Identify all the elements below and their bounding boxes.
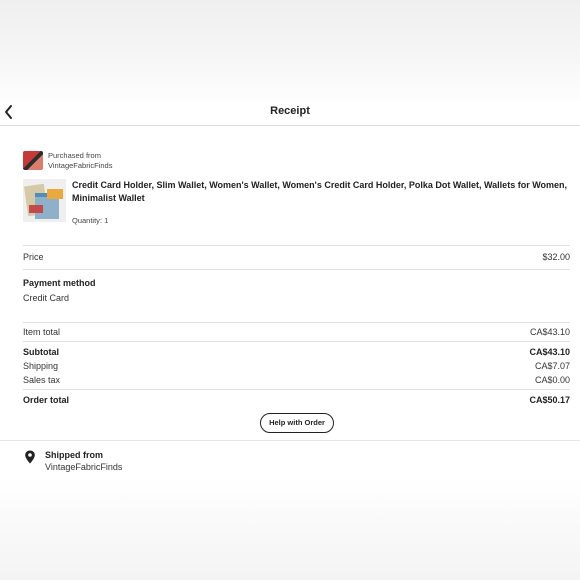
purchased-from-label: Purchased from <box>48 151 101 160</box>
divider <box>23 322 570 323</box>
subtotal-row: Subtotal CA$43.10 <box>23 347 570 357</box>
order-total-value: CA$50.17 <box>529 395 570 405</box>
divider <box>23 269 570 270</box>
help-with-order-button[interactable]: Help with Order <box>260 413 334 433</box>
shipping-label: Shipping <box>23 361 59 371</box>
sales-tax-value: CA$0.00 <box>534 375 570 385</box>
shop-avatar[interactable] <box>23 151 43 170</box>
quantity-text: Quantity: 1 <box>72 216 109 225</box>
sales-tax-label: Sales tax <box>23 375 61 385</box>
shipping-row: Shipping CA$7.07 <box>23 361 570 371</box>
shipped-from-shop[interactable]: VintageFabricFinds <box>45 462 122 472</box>
divider <box>23 245 570 246</box>
shop-info: Purchased from VintageFabricFinds <box>48 151 112 171</box>
item-total-label: Item total <box>23 327 61 337</box>
item-total-row: Item total CA$43.10 <box>23 327 570 337</box>
price-row: Price $32.00 <box>23 252 570 262</box>
product-title[interactable]: Credit Card Holder, Slim Wallet, Women's… <box>72 179 572 205</box>
price-label: Price <box>23 252 44 262</box>
bottom-background <box>0 478 580 580</box>
location-pin-icon <box>25 450 35 464</box>
section-divider <box>0 440 580 441</box>
shipping-value: CA$7.07 <box>534 361 570 371</box>
sales-tax-row: Sales tax CA$0.00 <box>23 375 570 385</box>
divider <box>23 389 570 390</box>
subtotal-label: Subtotal <box>23 347 59 357</box>
payment-method-label: Payment method <box>23 278 96 288</box>
shipped-from-label: Shipped from <box>45 450 103 460</box>
item-total-value: CA$43.10 <box>529 327 570 337</box>
order-total-row: Order total CA$50.17 <box>23 395 570 405</box>
subtotal-value: CA$43.10 <box>529 347 570 357</box>
shop-name[interactable]: VintageFabricFinds <box>48 161 112 171</box>
order-total-label: Order total <box>23 395 70 405</box>
payment-method-value: Credit Card <box>23 293 70 303</box>
price-value: $32.00 <box>542 252 570 262</box>
receipt-header: Receipt <box>0 100 580 126</box>
product-image[interactable] <box>23 179 66 222</box>
top-background <box>0 0 580 100</box>
divider <box>23 341 570 342</box>
page-title: Receipt <box>270 105 310 117</box>
